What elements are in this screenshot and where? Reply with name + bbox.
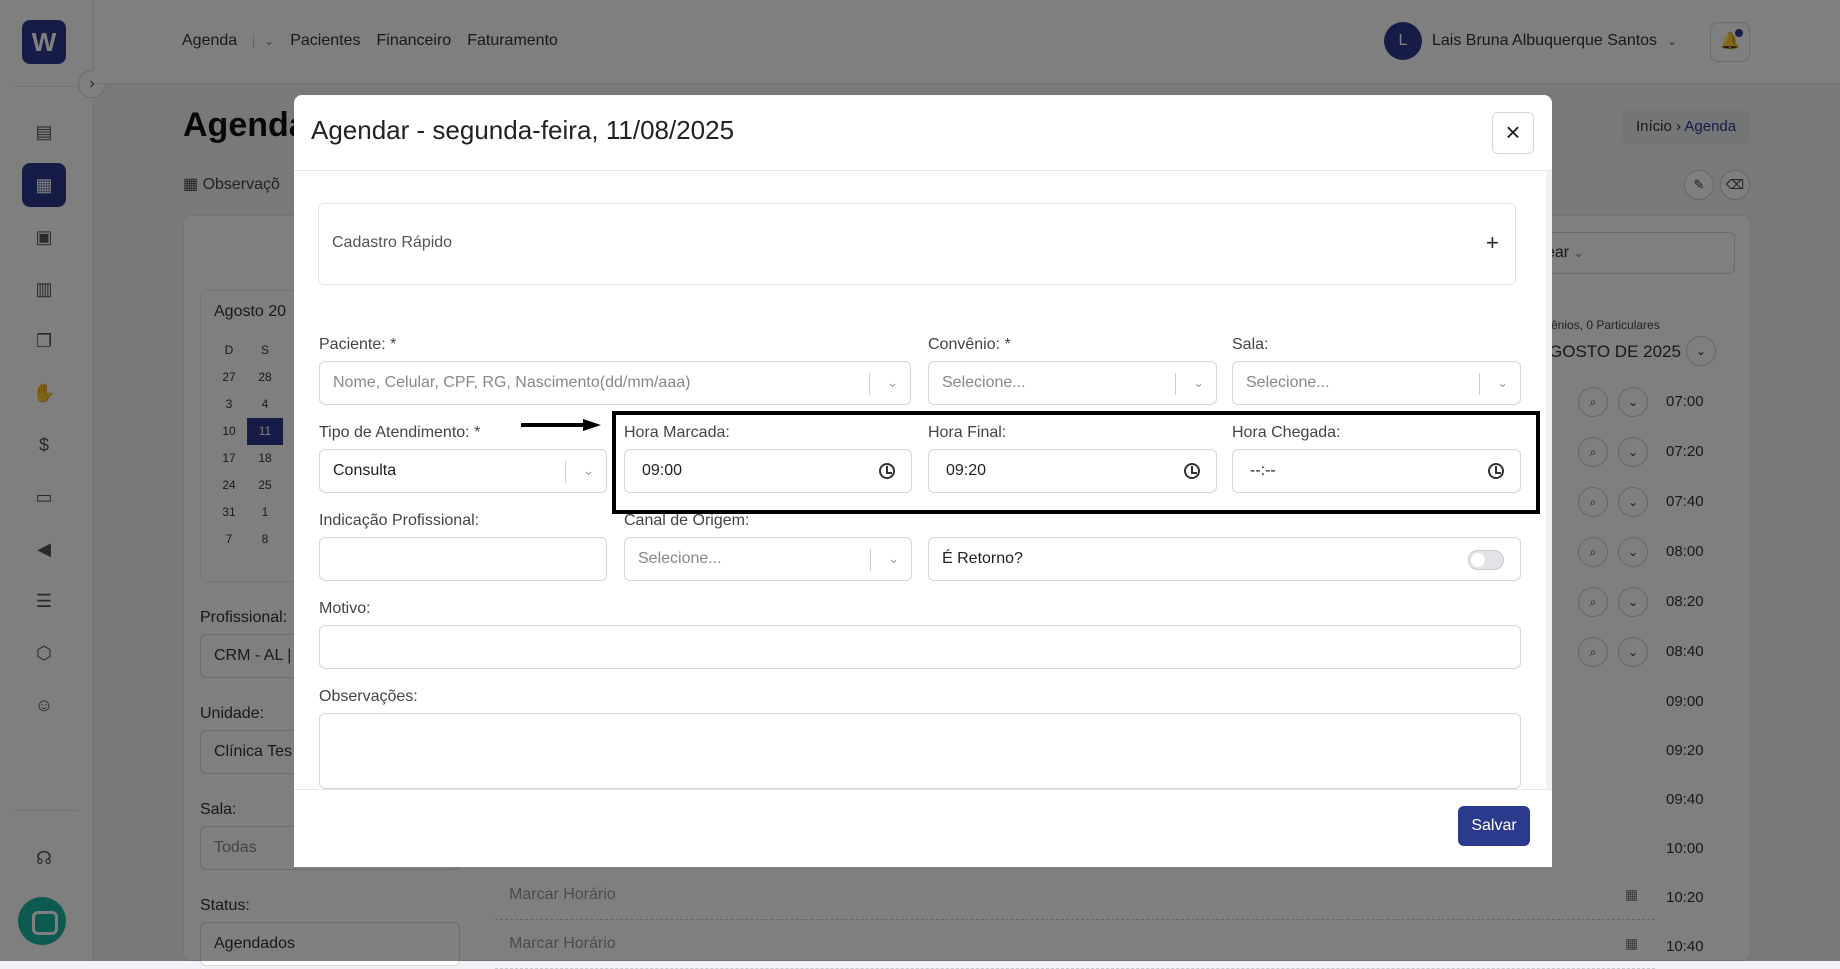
save-button[interactable]: Salvar bbox=[1458, 806, 1530, 846]
retorno-label: É Retorno? bbox=[942, 550, 1023, 567]
sala-placeholder: Selecione... bbox=[1246, 374, 1330, 391]
convenio-select[interactable]: Selecione... ⌄ bbox=[928, 361, 1217, 405]
motivo-label: Motivo: bbox=[319, 600, 371, 617]
select-divider bbox=[870, 549, 871, 571]
observacoes-textarea[interactable] bbox=[319, 713, 1521, 789]
chevron-down-icon: ⌄ bbox=[887, 375, 898, 390]
tipo-atendimento-label: Tipo de Atendimento: * bbox=[319, 424, 481, 441]
highlight-box bbox=[612, 411, 1540, 514]
select-divider bbox=[869, 373, 870, 395]
indicacao-input[interactable] bbox=[319, 537, 607, 581]
retorno-toggle-field[interactable]: É Retorno? bbox=[928, 537, 1521, 581]
paciente-placeholder: Nome, Celular, CPF, RG, Nascimento(dd/mm… bbox=[333, 374, 691, 391]
sala-label: Sala: bbox=[1232, 336, 1269, 353]
tipo-atendimento-value: Consulta bbox=[333, 462, 397, 479]
chevron-down-icon: ⌄ bbox=[888, 551, 899, 566]
retorno-toggle[interactable] bbox=[1468, 550, 1504, 570]
indicacao-label: Indicação Profissional: bbox=[319, 512, 480, 529]
convenio-label: Convênio: * bbox=[928, 336, 1011, 353]
select-divider bbox=[565, 461, 566, 483]
motivo-input[interactable] bbox=[319, 625, 1521, 669]
canal-origem-label: Canal de Origem: bbox=[624, 512, 750, 529]
canal-origem-select[interactable]: Selecione... ⌄ bbox=[624, 537, 912, 581]
plus-icon[interactable]: + bbox=[1486, 230, 1499, 256]
close-icon: × bbox=[1505, 117, 1521, 147]
arrow-right-icon bbox=[521, 419, 601, 431]
chevron-down-icon: ⌄ bbox=[1497, 375, 1508, 390]
quick-register-panel[interactable]: Cadastro Rápido + bbox=[318, 203, 1516, 285]
chevron-down-icon: ⌄ bbox=[583, 463, 594, 478]
tipo-atendimento-select[interactable]: Consulta ⌄ bbox=[319, 449, 607, 493]
observacoes-label: Observações: bbox=[319, 688, 418, 705]
canal-origem-placeholder: Selecione... bbox=[638, 550, 722, 567]
sala-select[interactable]: Selecione... ⌄ bbox=[1232, 361, 1521, 405]
select-divider bbox=[1479, 373, 1480, 395]
modal-footer: Salvar bbox=[294, 789, 1552, 867]
modal-header: Agendar - segunda-feira, 11/08/2025 × bbox=[294, 95, 1552, 171]
modal-scrollbar[interactable] bbox=[1546, 171, 1552, 789]
close-button[interactable]: × bbox=[1492, 112, 1534, 154]
quick-register-label: Cadastro Rápido bbox=[332, 234, 453, 251]
modal-title: Agendar - segunda-feira, 11/08/2025 bbox=[311, 115, 735, 145]
chevron-down-icon: ⌄ bbox=[1193, 375, 1204, 390]
paciente-label: Paciente: * bbox=[319, 336, 397, 353]
paciente-select[interactable]: Nome, Celular, CPF, RG, Nascimento(dd/mm… bbox=[319, 361, 911, 405]
convenio-placeholder: Selecione... bbox=[942, 374, 1026, 391]
select-divider bbox=[1175, 373, 1176, 395]
